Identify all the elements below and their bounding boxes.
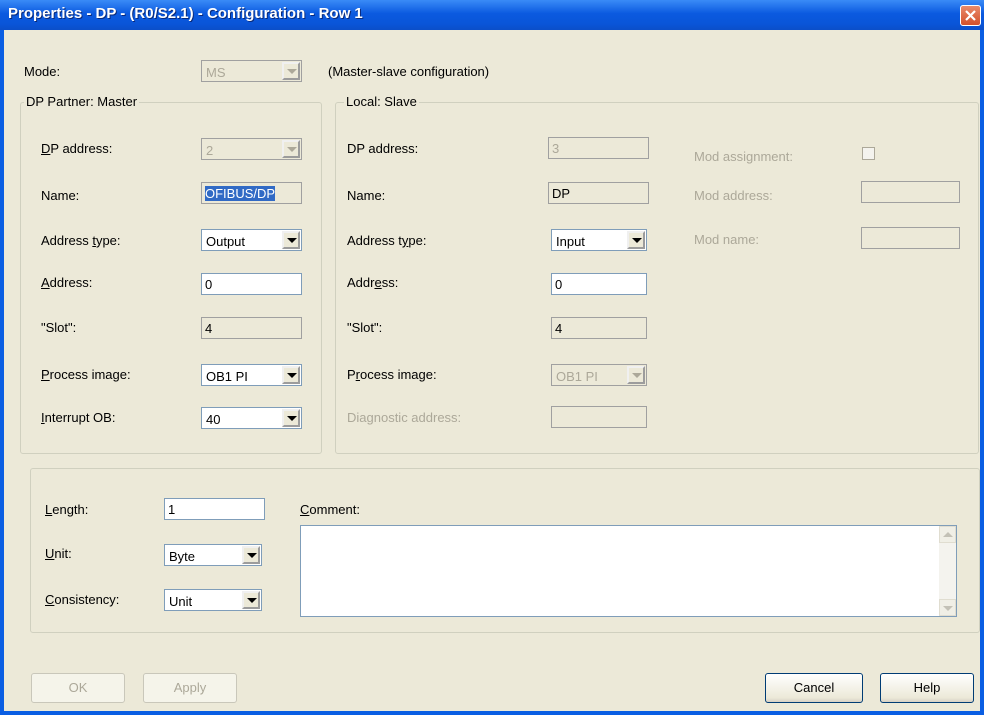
ok-button: OK xyxy=(31,673,125,703)
slave-address-field[interactable]: 0 xyxy=(551,273,647,295)
slave-group xyxy=(335,102,979,454)
close-button[interactable] xyxy=(960,5,981,26)
master-name-field[interactable]: OFIBUS/DP xyxy=(201,182,302,204)
length-field[interactable]: 1 xyxy=(164,498,265,520)
mode-value: MS xyxy=(206,65,226,80)
master-name-value: OFIBUS/DP xyxy=(205,186,276,201)
cancel-button[interactable]: Cancel xyxy=(765,673,863,703)
master-dp-address-value: 2 xyxy=(206,143,214,158)
mod-assignment-label: Mod assignment: xyxy=(694,149,793,164)
slave-diagnostic-address-label: Diagnostic address: xyxy=(347,410,462,425)
slave-name-label: Name: xyxy=(347,188,386,203)
mod-name-label: Mod name: xyxy=(694,232,760,247)
length-label: Length: xyxy=(45,502,89,517)
chevron-down-icon[interactable] xyxy=(627,231,645,249)
slave-process-image-value: OB1 PI xyxy=(556,369,598,384)
scroll-down-icon[interactable] xyxy=(939,599,956,616)
unit-value: Byte xyxy=(169,549,196,564)
master-dp-address-select: 2 xyxy=(201,138,302,160)
master-group-label: DP Partner: Master xyxy=(24,94,140,109)
chevron-down-icon[interactable] xyxy=(242,591,260,609)
master-process-image-value: OB1 PI xyxy=(206,369,248,384)
unit-label: Unit: xyxy=(45,546,72,561)
master-process-image-label: Process image: xyxy=(41,367,131,382)
chevron-down-icon xyxy=(282,62,300,80)
mod-assignment-checkbox xyxy=(862,147,875,160)
slave-process-image-select: OB1 PI xyxy=(551,364,647,386)
master-name-label: Name: xyxy=(41,188,80,203)
mod-name-field xyxy=(861,227,960,249)
master-address-label: Address: xyxy=(41,275,93,290)
comment-textarea[interactable] xyxy=(300,525,957,617)
slave-slot-field: 4 xyxy=(551,317,647,339)
consistency-label: Consistency: xyxy=(45,592,120,607)
master-interrupt-ob-label: Interrupt OB: xyxy=(41,410,116,425)
slave-slot-label: "Slot": xyxy=(347,320,383,335)
master-slot-field: 4 xyxy=(201,317,302,339)
slave-address-type-select[interactable]: Input xyxy=(551,229,647,251)
master-address-type-label: Address type: xyxy=(41,233,121,248)
chevron-down-icon xyxy=(282,140,300,158)
help-button[interactable]: Help xyxy=(880,673,974,703)
master-address-type-select[interactable]: Output xyxy=(201,229,302,251)
properties-dialog: Properties - DP - (R0/S2.1) - Configurat… xyxy=(0,0,984,715)
slave-dp-address-label: DP address: xyxy=(347,141,419,156)
comment-scrollbar[interactable] xyxy=(939,526,956,616)
chevron-down-icon xyxy=(627,366,645,384)
mod-address-field xyxy=(861,181,960,203)
comment-label: Comment: xyxy=(300,502,360,517)
slave-group-label: Local: Slave xyxy=(344,94,419,109)
slave-address-type-value: Input xyxy=(556,234,585,249)
consistency-select[interactable]: Unit xyxy=(164,589,262,611)
master-address-type-value: Output xyxy=(206,234,246,249)
chevron-down-icon[interactable] xyxy=(282,231,300,249)
chevron-down-icon[interactable] xyxy=(282,366,300,384)
mode-description: (Master-slave configuration) xyxy=(328,64,490,79)
master-interrupt-ob-select[interactable]: 40 xyxy=(201,407,302,429)
master-interrupt-ob-value: 40 xyxy=(206,412,221,427)
unit-select[interactable]: Byte xyxy=(164,544,262,566)
master-slot-label: "Slot": xyxy=(41,320,77,335)
chevron-down-icon[interactable] xyxy=(242,546,260,564)
master-process-image-select[interactable]: OB1 PI xyxy=(201,364,302,386)
mode-select: MS xyxy=(201,60,302,82)
slave-dp-address-field: 3 xyxy=(548,137,649,159)
slave-name-field: DP xyxy=(548,182,649,204)
chevron-down-icon[interactable] xyxy=(282,409,300,427)
slave-address-type-label: Address type: xyxy=(347,233,427,248)
window-title: Properties - DP - (R0/S2.1) - Configurat… xyxy=(8,5,363,22)
close-icon xyxy=(965,10,976,21)
slave-diagnostic-address-field xyxy=(551,406,647,428)
slave-process-image-label: Process image: xyxy=(347,367,437,382)
title-bar[interactable]: Properties - DP - (R0/S2.1) - Configurat… xyxy=(0,0,984,30)
mode-label: Mode: xyxy=(24,64,61,79)
master-address-field[interactable]: 0 xyxy=(201,273,302,295)
master-dp-address-label: DP address: xyxy=(41,141,113,156)
scroll-up-icon[interactable] xyxy=(939,526,956,543)
apply-button: Apply xyxy=(143,673,237,703)
slave-address-label: Address: xyxy=(347,275,399,290)
consistency-value: Unit xyxy=(169,594,193,609)
mod-address-label: Mod address: xyxy=(694,188,773,203)
